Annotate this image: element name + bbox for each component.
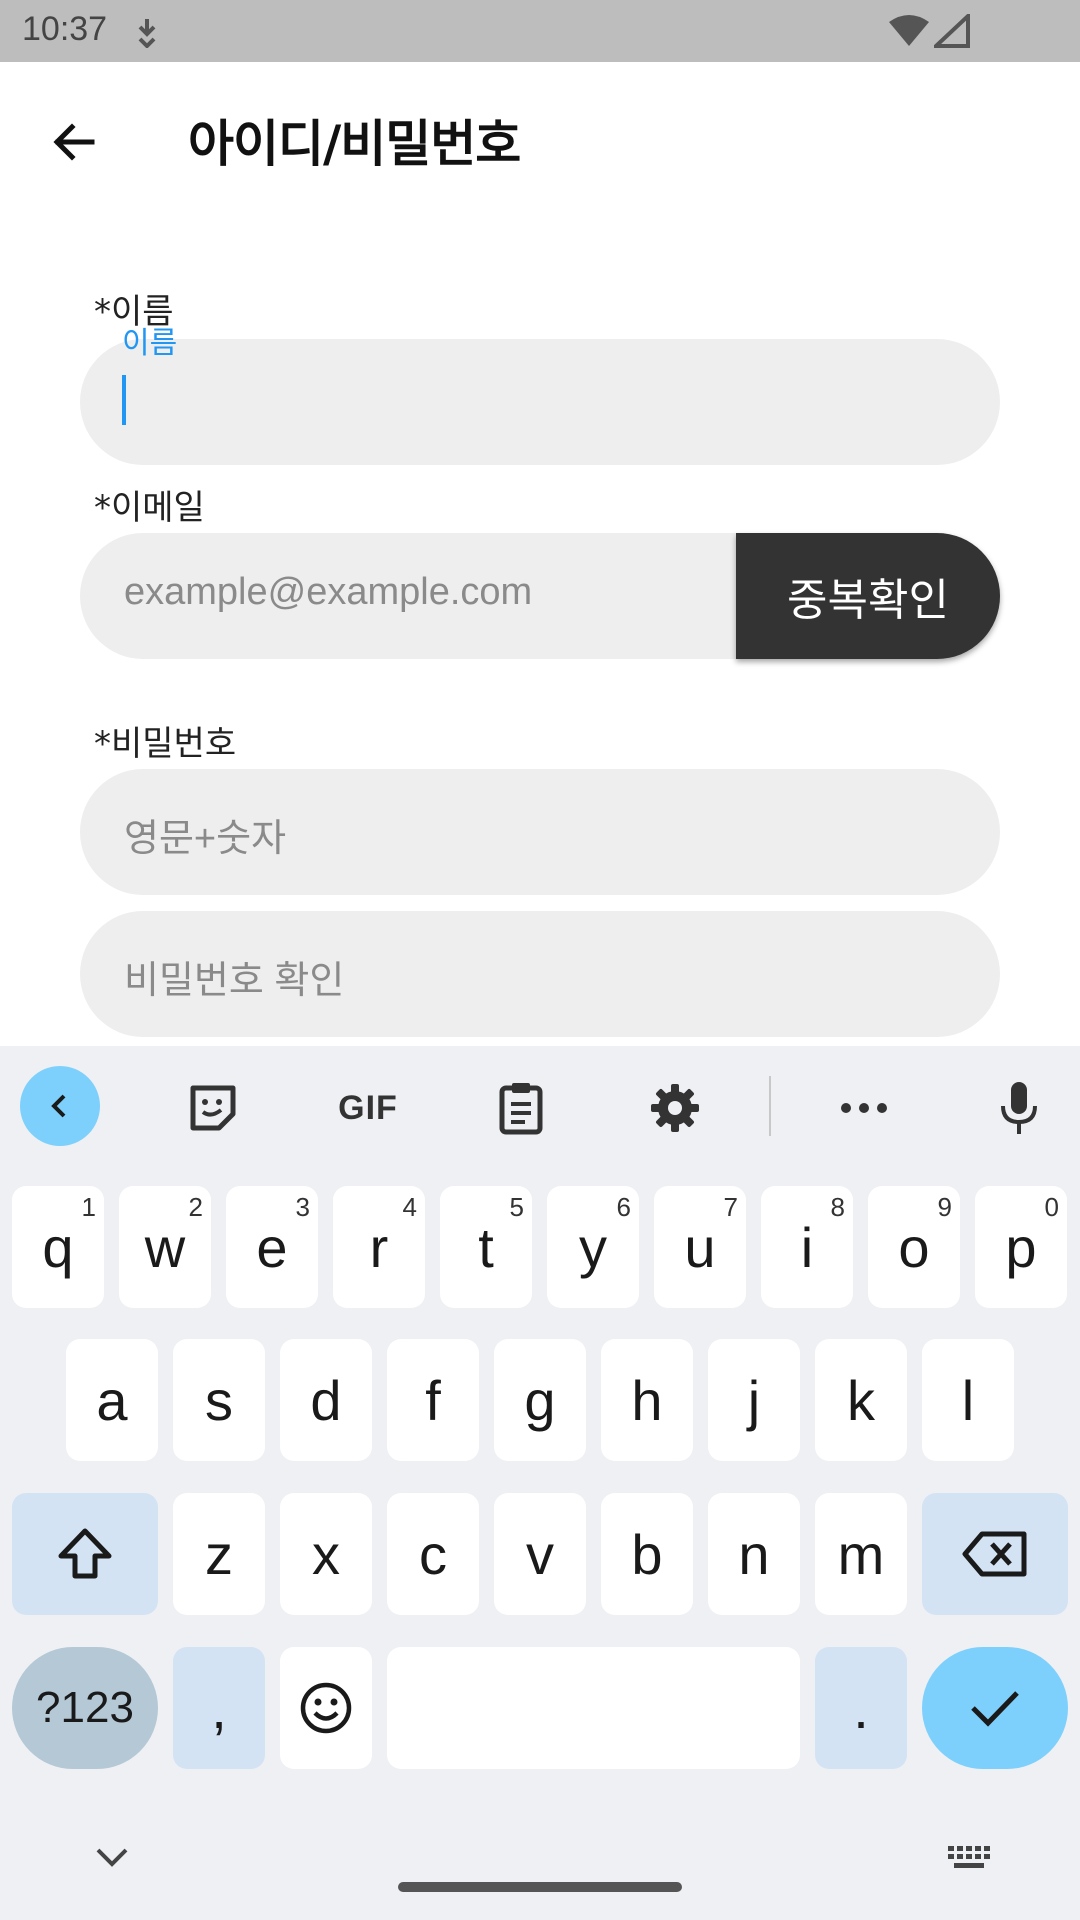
- name-field[interactable]: [80, 339, 1000, 465]
- key-l[interactable]: l: [922, 1339, 1014, 1461]
- key-i[interactable]: i8: [761, 1186, 853, 1308]
- key-label: y: [579, 1215, 607, 1279]
- key-label: u: [684, 1215, 716, 1279]
- key-hint: 1: [81, 1192, 96, 1222]
- emoji-icon: [300, 1682, 352, 1734]
- key-hint: 2: [188, 1192, 203, 1222]
- gif-button[interactable]: GIF: [332, 1076, 404, 1140]
- name-floating-label: 이름: [122, 326, 178, 361]
- gear-icon: [651, 1084, 699, 1132]
- more-button[interactable]: [832, 1076, 896, 1140]
- password-placeholder: 영문+숫자: [124, 818, 287, 860]
- keyboard: GIF q 1 w 2 e 3 r 4 t 5 y 6 u 7 i 8 o 9 …: [0, 1046, 1080, 1920]
- sticker-button[interactable]: [181, 1076, 245, 1140]
- clipboard-button[interactable]: [489, 1076, 553, 1140]
- keyboard-switch-icon[interactable]: [944, 1840, 992, 1876]
- email-placeholder: example@example.com: [124, 571, 533, 613]
- page-title: 아이디/비밀번호: [188, 115, 521, 173]
- key-n[interactable]: n: [708, 1493, 800, 1615]
- key-z[interactable]: z: [173, 1493, 265, 1615]
- app-bar: 아이디/비밀번호: [0, 62, 1080, 212]
- password-confirm-placeholder: 비밀번호 확인: [124, 960, 345, 1002]
- key-t[interactable]: t5: [440, 1186, 532, 1308]
- comma-key[interactable]: ,: [173, 1647, 265, 1769]
- key-k[interactable]: k: [815, 1339, 907, 1461]
- key-w[interactable]: w2: [119, 1186, 211, 1308]
- back-button[interactable]: [38, 106, 110, 178]
- toolbar-divider: [769, 1076, 771, 1136]
- collapse-toolbar-button[interactable]: [20, 1066, 100, 1146]
- key-label: i: [800, 1215, 814, 1279]
- wifi-icon: [889, 15, 929, 46]
- home-indicator[interactable]: [398, 1882, 682, 1892]
- key-m[interactable]: m: [815, 1493, 907, 1615]
- period-key[interactable]: .: [815, 1647, 907, 1769]
- status-time: 10:37: [22, 10, 108, 48]
- clipboard-icon: [499, 1083, 543, 1135]
- key-hint: 7: [723, 1192, 738, 1222]
- password-field[interactable]: 영문+숫자: [80, 769, 1000, 895]
- microphone-icon: [1001, 1082, 1037, 1134]
- email-label: *이메일: [94, 488, 205, 528]
- done-key[interactable]: [922, 1647, 1068, 1769]
- key-hint: 6: [616, 1192, 631, 1222]
- key-hint: 9: [937, 1192, 952, 1222]
- key-r[interactable]: r4: [333, 1186, 425, 1308]
- key-j[interactable]: j: [708, 1339, 800, 1461]
- key-d[interactable]: d: [280, 1339, 372, 1461]
- chevron-left-icon: [51, 1094, 66, 1118]
- key-f[interactable]: f: [387, 1339, 479, 1461]
- gif-label: GIF: [338, 1088, 398, 1127]
- key-hint: 0: [1044, 1192, 1059, 1222]
- key-a[interactable]: a: [66, 1339, 158, 1461]
- key-x[interactable]: x: [280, 1493, 372, 1615]
- more-horizontal-icon: [841, 1103, 887, 1113]
- key-v[interactable]: v: [494, 1493, 586, 1615]
- space-key[interactable]: [387, 1647, 800, 1769]
- key-s[interactable]: s: [173, 1339, 265, 1461]
- key-g[interactable]: g: [494, 1339, 586, 1461]
- settings-button[interactable]: [643, 1076, 707, 1140]
- duplicate-check-button[interactable]: 중복확인: [736, 533, 1000, 659]
- emoji-key[interactable]: [280, 1647, 372, 1769]
- key-q[interactable]: q1: [12, 1186, 104, 1308]
- voice-input-button[interactable]: [987, 1076, 1051, 1140]
- shift-key[interactable]: [12, 1493, 158, 1615]
- signal-icon: [934, 14, 970, 48]
- status-bar: 10:37: [0, 0, 1080, 62]
- key-h[interactable]: h: [601, 1339, 693, 1461]
- key-hint: 5: [509, 1192, 524, 1222]
- sticker-icon: [190, 1085, 236, 1131]
- checkmark-icon: [971, 1691, 1019, 1727]
- key-u[interactable]: u7: [654, 1186, 746, 1308]
- key-p[interactable]: p0: [975, 1186, 1067, 1308]
- shift-icon: [58, 1528, 112, 1579]
- symbols-key[interactable]: ?123: [12, 1647, 158, 1769]
- backspace-icon: [962, 1531, 1027, 1577]
- key-hint: 4: [402, 1192, 417, 1222]
- password-label: *비밀번호: [94, 724, 237, 764]
- hide-keyboard-icon[interactable]: [92, 1840, 132, 1876]
- text-caret: [122, 375, 126, 425]
- key-e[interactable]: e3: [226, 1186, 318, 1308]
- password-confirm-field[interactable]: 비밀번호 확인: [80, 911, 1000, 1037]
- key-label: q: [42, 1215, 74, 1279]
- key-label: e: [256, 1215, 288, 1279]
- key-c[interactable]: c: [387, 1493, 479, 1615]
- arrow-back-icon: [53, 123, 95, 161]
- key-label: p: [1005, 1215, 1037, 1279]
- download-icon: [138, 19, 156, 48]
- key-hint: 8: [830, 1192, 845, 1222]
- key-hint: 3: [295, 1192, 310, 1222]
- key-label: r: [369, 1215, 389, 1279]
- keyboard-toolbar: GIF: [0, 1046, 1080, 1166]
- key-label: o: [898, 1215, 930, 1279]
- key-o[interactable]: o9: [868, 1186, 960, 1308]
- backspace-key[interactable]: [922, 1493, 1068, 1615]
- key-label: w: [144, 1215, 186, 1279]
- key-b[interactable]: b: [601, 1493, 693, 1615]
- key-y[interactable]: y6: [547, 1186, 639, 1308]
- key-label: t: [478, 1215, 494, 1279]
